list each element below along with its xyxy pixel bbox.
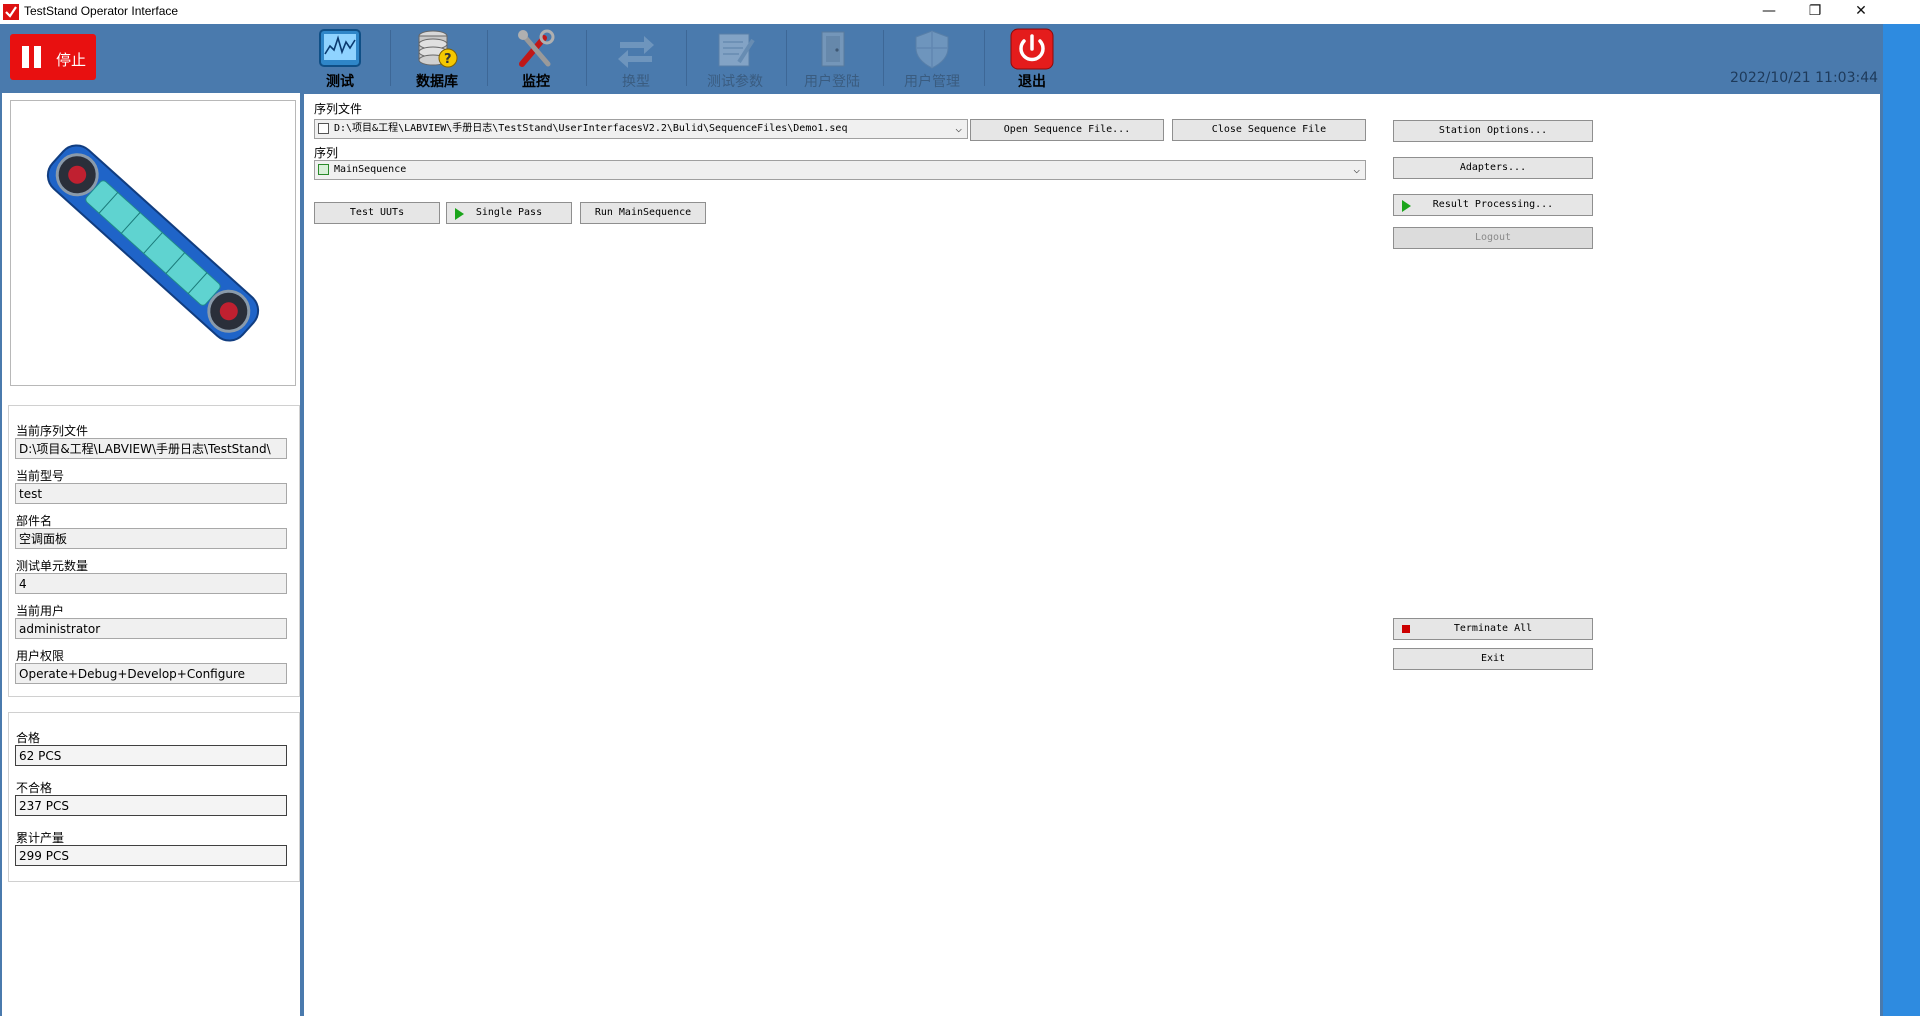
toolbar-exit-button[interactable]: 退出 <box>992 26 1072 90</box>
seqfile-value: D:\项目&工程\LABVIEW\手册日志\TestStand\UserInte… <box>334 123 848 134</box>
toolbar-test-button[interactable]: 测试 <box>300 26 380 90</box>
teststand-logo-icon <box>3 4 19 20</box>
stop-button[interactable]: 停止 <box>10 34 96 80</box>
door-login-icon <box>821 31 845 67</box>
current-seqfile-label: 当前序列文件 <box>16 424 89 438</box>
document-edit-icon <box>718 33 755 67</box>
test-uuts-button[interactable]: Test UUTs <box>314 202 440 224</box>
chart-monitor-icon <box>319 29 361 67</box>
toolbar-user-admin-label: 用户管理 <box>904 74 960 90</box>
power-icon <box>1010 28 1054 70</box>
current-user-label: 当前用户 <box>16 604 65 618</box>
fail-count-field: 237 PCS <box>15 795 287 816</box>
logout-button[interactable]: Logout <box>1393 227 1593 249</box>
toolbar-test-label: 测试 <box>326 74 354 90</box>
terminate-all-button[interactable]: Terminate All <box>1393 618 1593 640</box>
toolbar-changeover-button[interactable]: 换型 <box>596 26 676 90</box>
play-icon <box>455 208 464 220</box>
close-sequence-file-button[interactable]: Close Sequence File <box>1172 119 1366 141</box>
fail-count-label: 不合格 <box>16 781 53 795</box>
desktop-edge <box>1883 24 1920 1016</box>
toolbar-user-admin-button[interactable]: 用户管理 <box>892 26 972 90</box>
toolbar-test-params-button[interactable]: 测试参数 <box>695 26 775 90</box>
chevron-down-icon: ⌵ <box>1353 163 1360 176</box>
swap-arrows-icon <box>618 36 654 68</box>
current-model-field: test <box>15 483 287 504</box>
restore-button[interactable]: ❐ <box>1792 0 1838 24</box>
current-seqfile-field: D:\项目&工程\LABVIEW\手册日志\TestStand\ <box>15 438 287 459</box>
result-processing-label: Result Processing... <box>1432 199 1554 210</box>
terminate-all-label: Terminate All <box>1453 623 1533 634</box>
current-model-label: 当前型号 <box>16 469 65 483</box>
user-privileges-field: Operate+Debug+Develop+Configure <box>15 663 287 684</box>
open-sequence-file-button[interactable]: Open Sequence File... <box>970 119 1164 141</box>
toolbar-user-login-button[interactable]: 用户登陆 <box>792 26 872 90</box>
user-privileges-label: 用户权限 <box>16 649 65 663</box>
toolbar-monitor-label: 监控 <box>522 74 550 90</box>
tools-icon <box>518 29 555 67</box>
result-processing-button[interactable]: Result Processing... <box>1393 194 1593 216</box>
sequence-label: 序列 <box>314 146 339 160</box>
stats-group: 合格 62 PCS 不合格 237 PCS 累计产量 299 PCS <box>8 712 300 882</box>
seqfile-label: 序列文件 <box>314 102 363 116</box>
toolbar-database-button[interactable]: ? 数据库 <box>397 26 477 90</box>
toolbar-user-login-label: 用户登陆 <box>804 74 860 90</box>
svg-text:?: ? <box>444 52 452 67</box>
close-button[interactable]: ✕ <box>1838 0 1884 24</box>
info-group: 当前序列文件 D:\项目&工程\LABVIEW\手册日志\TestStand\ … <box>8 405 300 697</box>
toolbar-test-params-label: 测试参数 <box>707 74 763 90</box>
stop-label: 停止 <box>56 51 87 69</box>
total-count-field: 299 PCS <box>15 845 287 866</box>
pass-count-field: 62 PCS <box>15 745 287 766</box>
ac-panel-picture <box>46 144 260 342</box>
main-panel: 序列文件 D:\项目&工程\LABVIEW\手册日志\TestStand\Use… <box>304 94 1880 1016</box>
datetime-display: 2022/10/21 11:03:44 <box>1730 70 1879 86</box>
left-panel: 当前序列文件 D:\项目&工程\LABVIEW\手册日志\TestStand\ … <box>2 93 300 1016</box>
chevron-down-icon: ⌵ <box>955 122 962 135</box>
exit-button[interactable]: Exit <box>1393 648 1593 670</box>
single-pass-label: Single Pass <box>475 207 543 218</box>
part-name-field: 空调面板 <box>15 528 287 549</box>
unit-count-label: 测试单元数量 <box>16 559 89 573</box>
database-icon: ? <box>418 30 458 68</box>
adapters-button[interactable]: Adapters... <box>1393 157 1593 179</box>
stop-icon <box>1402 625 1410 633</box>
seqfile-icon <box>318 123 329 134</box>
sequence-icon <box>318 164 329 175</box>
station-options-button[interactable]: Station Options... <box>1393 120 1593 142</box>
toolbar-exit-label: 退出 <box>1018 74 1046 90</box>
toolbar-monitor-button[interactable]: 监控 <box>496 26 576 90</box>
toolbar-changeover-label: 换型 <box>622 74 650 90</box>
minimize-button[interactable]: — <box>1746 0 1792 24</box>
unit-count-field: 4 <box>15 573 287 594</box>
window-title: TestStand Operator Interface <box>24 4 179 18</box>
seqfile-select[interactable]: D:\项目&工程\LABVIEW\手册日志\TestStand\UserInte… <box>314 119 968 139</box>
product-image <box>10 100 296 386</box>
run-mainsequence-button[interactable]: Run MainSequence <box>580 202 706 224</box>
total-count-label: 累计产量 <box>16 831 65 845</box>
pause-icon <box>22 46 29 68</box>
pass-count-label: 合格 <box>16 731 41 745</box>
single-pass-button[interactable]: Single Pass <box>446 202 572 224</box>
play-icon <box>1402 200 1411 212</box>
shield-icon <box>915 30 949 69</box>
sequence-value: MainSequence <box>334 164 407 175</box>
current-user-field: administrator <box>15 618 287 639</box>
sequence-select[interactable]: MainSequence ⌵ <box>314 160 1366 180</box>
part-name-label: 部件名 <box>16 514 53 528</box>
title-bar: TestStand Operator Interface — ❐ ✕ <box>0 0 1920 24</box>
toolbar-database-label: 数据库 <box>416 74 458 90</box>
